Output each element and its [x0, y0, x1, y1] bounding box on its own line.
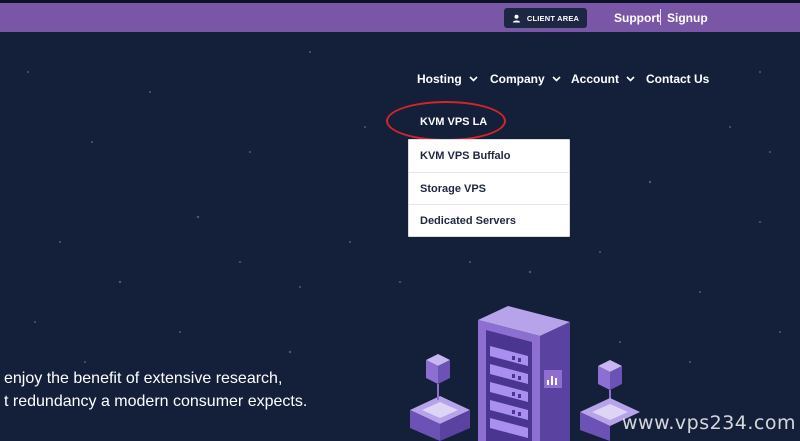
top-bar: CLIENT AREA Support Signup	[0, 3, 800, 32]
annotation-circle	[386, 101, 506, 141]
user-icon	[512, 14, 520, 23]
nav-hosting-label: Hosting	[417, 72, 462, 86]
client-area-button[interactable]: CLIENT AREA	[504, 8, 587, 28]
chevron-down-icon	[626, 76, 635, 82]
menu-item-storage-vps[interactable]: Storage VPS	[409, 172, 569, 204]
main-nav: Hosting Company Account Contact Us	[0, 72, 800, 88]
left-cube	[426, 354, 450, 400]
hero-text-line-2: t redundancy a modern consumer expects.	[4, 393, 308, 410]
server-illustration	[410, 306, 640, 441]
nav-company[interactable]: Company	[490, 72, 561, 86]
signup-link[interactable]: Signup	[667, 11, 708, 25]
menu-item-kvm-vps-buffalo[interactable]: KVM VPS Buffalo	[409, 140, 569, 172]
hero-text-line-1: enjoy the benefit of extensive research,	[4, 370, 283, 387]
chevron-down-icon	[469, 76, 478, 82]
hosting-dropdown-menu: KVM VPS Buffalo Storage VPS Dedicated Se…	[408, 139, 570, 237]
left-platform	[410, 396, 470, 441]
nav-company-label: Company	[490, 72, 545, 86]
nav-contact-label: Contact Us	[646, 72, 710, 86]
watermark-text: www.vps234.com	[622, 412, 797, 434]
chevron-down-icon	[552, 76, 561, 82]
nav-contact-us[interactable]: Contact Us	[646, 72, 709, 86]
support-link[interactable]: Support	[614, 11, 660, 25]
nav-hosting[interactable]: Hosting	[417, 72, 478, 86]
menu-item-dedicated-servers[interactable]: Dedicated Servers	[409, 204, 569, 236]
server-rack	[478, 306, 570, 441]
nav-account-label: Account	[571, 72, 619, 86]
right-cube	[598, 360, 622, 404]
nav-account[interactable]: Account	[571, 72, 635, 86]
topbar-divider	[660, 9, 661, 25]
client-area-label: CLIENT AREA	[526, 13, 580, 23]
